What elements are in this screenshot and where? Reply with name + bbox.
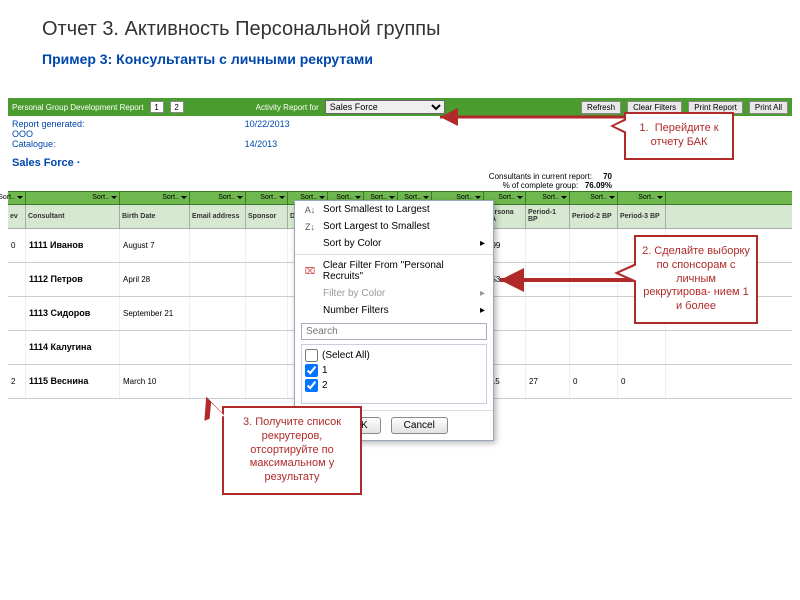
cell: 1113 Сидоров	[26, 297, 120, 330]
chevron-right-icon: ▸	[480, 288, 485, 299]
hdr-period1: Period-1 BP	[526, 205, 570, 228]
cell: 1115 Веснина	[26, 365, 120, 398]
cell: April 28	[120, 263, 190, 296]
filter-search-input[interactable]	[301, 323, 487, 340]
sort-consultant[interactable]: Sort..	[26, 192, 120, 204]
hdr-consultant: Consultant	[26, 205, 120, 228]
chevron-right-icon: ▸	[480, 305, 485, 316]
hdr-period3: Period-3 BP	[618, 205, 666, 228]
filter-color-item[interactable]: Filter by Color▸	[295, 285, 493, 302]
cell	[120, 331, 190, 364]
sort-asc-item[interactable]: A↓Sort Smallest to Largest	[295, 201, 493, 218]
arrow-1	[438, 110, 628, 127]
cell: 1112 Петров	[26, 263, 120, 296]
filter-popup: A↓Sort Smallest to Largest Z↓Sort Larges…	[294, 200, 494, 441]
ooo-label: OOO	[12, 129, 33, 139]
cell	[8, 297, 26, 330]
page-subtitle: Пример 3: Консультанты с личными рекрута…	[0, 47, 800, 77]
cell	[246, 263, 288, 296]
sort-period1[interactable]: Sort..	[526, 192, 570, 204]
page-title: Отчет 3. Активность Персональной группы	[0, 0, 800, 47]
cell: March 10	[120, 365, 190, 398]
filter-opt-2[interactable]: 2	[305, 378, 483, 393]
number-filters-item[interactable]: Number Filters▸	[295, 302, 493, 319]
cell: 2	[8, 365, 26, 398]
cell: September 21	[120, 297, 190, 330]
funnel-clear-icon: ⌧	[303, 266, 317, 277]
sort-color-item[interactable]: Sort by Color▸	[295, 235, 493, 252]
cell	[190, 229, 246, 262]
sort-desc-item[interactable]: Z↓Sort Largest to Smallest	[295, 218, 493, 235]
callout-2: 2. Сделайте выборку по спонсорам с личны…	[634, 235, 758, 324]
hdr-birth: Birth Date	[120, 205, 190, 228]
cell: 27	[526, 365, 570, 398]
sort-period3[interactable]: Sort..	[618, 192, 666, 204]
cell	[8, 331, 26, 364]
filter-opt-1[interactable]: 1	[305, 363, 483, 378]
cell: 1114 Калугина	[26, 331, 120, 364]
print-all-button[interactable]: Print All	[749, 101, 788, 114]
cell	[570, 297, 618, 330]
cell	[190, 263, 246, 296]
page-box-2[interactable]: 2	[170, 101, 184, 113]
hdr-period2: Period-2 BP	[570, 205, 618, 228]
cell	[618, 331, 666, 364]
cell	[190, 331, 246, 364]
cell	[8, 263, 26, 296]
cell: August 7	[120, 229, 190, 262]
page-box-1[interactable]: 1	[150, 101, 164, 113]
cell	[570, 229, 618, 262]
cell	[246, 365, 288, 398]
report-label: Personal Group Development Report	[12, 103, 144, 112]
catalogue-value: 14/2013	[245, 139, 278, 149]
sort-desc-icon: Z↓	[303, 222, 317, 232]
generated-label: Report generated:	[12, 119, 85, 129]
cell	[246, 331, 288, 364]
activity-dropdown[interactable]: Sales Force	[325, 100, 445, 114]
cell	[526, 297, 570, 330]
chevron-right-icon: ▸	[480, 238, 485, 249]
cell	[526, 229, 570, 262]
stats-block: Consultants in current report: 70 % of c…	[8, 169, 792, 191]
cell	[246, 297, 288, 330]
sort-sponsor[interactable]: Sort..	[246, 192, 288, 204]
sort-ev[interactable]: Sort..	[8, 192, 26, 204]
filter-checklist: (Select All) 1 2	[301, 344, 487, 404]
cell	[190, 365, 246, 398]
cell	[570, 331, 618, 364]
cell	[190, 297, 246, 330]
sort-period2[interactable]: Sort..	[570, 192, 618, 204]
cell: 0	[570, 365, 618, 398]
cell	[246, 229, 288, 262]
cell: 0	[8, 229, 26, 262]
callout-3: 3. Получите список рекрутеров, отсортиру…	[222, 406, 362, 495]
callout-1: 1. Перейдите к отчету БАК	[624, 112, 734, 160]
activity-label: Activity Report for	[256, 103, 319, 112]
sort-asc-icon: A↓	[303, 205, 317, 215]
catalogue-label: Catalogue:	[12, 139, 56, 149]
filter-cancel-button[interactable]: Cancel	[391, 417, 448, 434]
sort-birth[interactable]: Sort..	[120, 192, 190, 204]
sort-email[interactable]: Sort..	[190, 192, 246, 204]
filter-opt-selectall[interactable]: (Select All)	[305, 348, 483, 363]
hdr-ev: ev	[8, 205, 26, 228]
hdr-sponsor: Sponsor	[246, 205, 288, 228]
clear-filter-item[interactable]: ⌧Clear Filter From "Personal Recruits"	[295, 257, 493, 285]
cell: 0	[618, 365, 666, 398]
cell	[526, 331, 570, 364]
generated-value: 10/22/2013	[245, 119, 290, 129]
cell: 1111 Иванов	[26, 229, 120, 262]
hdr-email: Email address	[190, 205, 246, 228]
